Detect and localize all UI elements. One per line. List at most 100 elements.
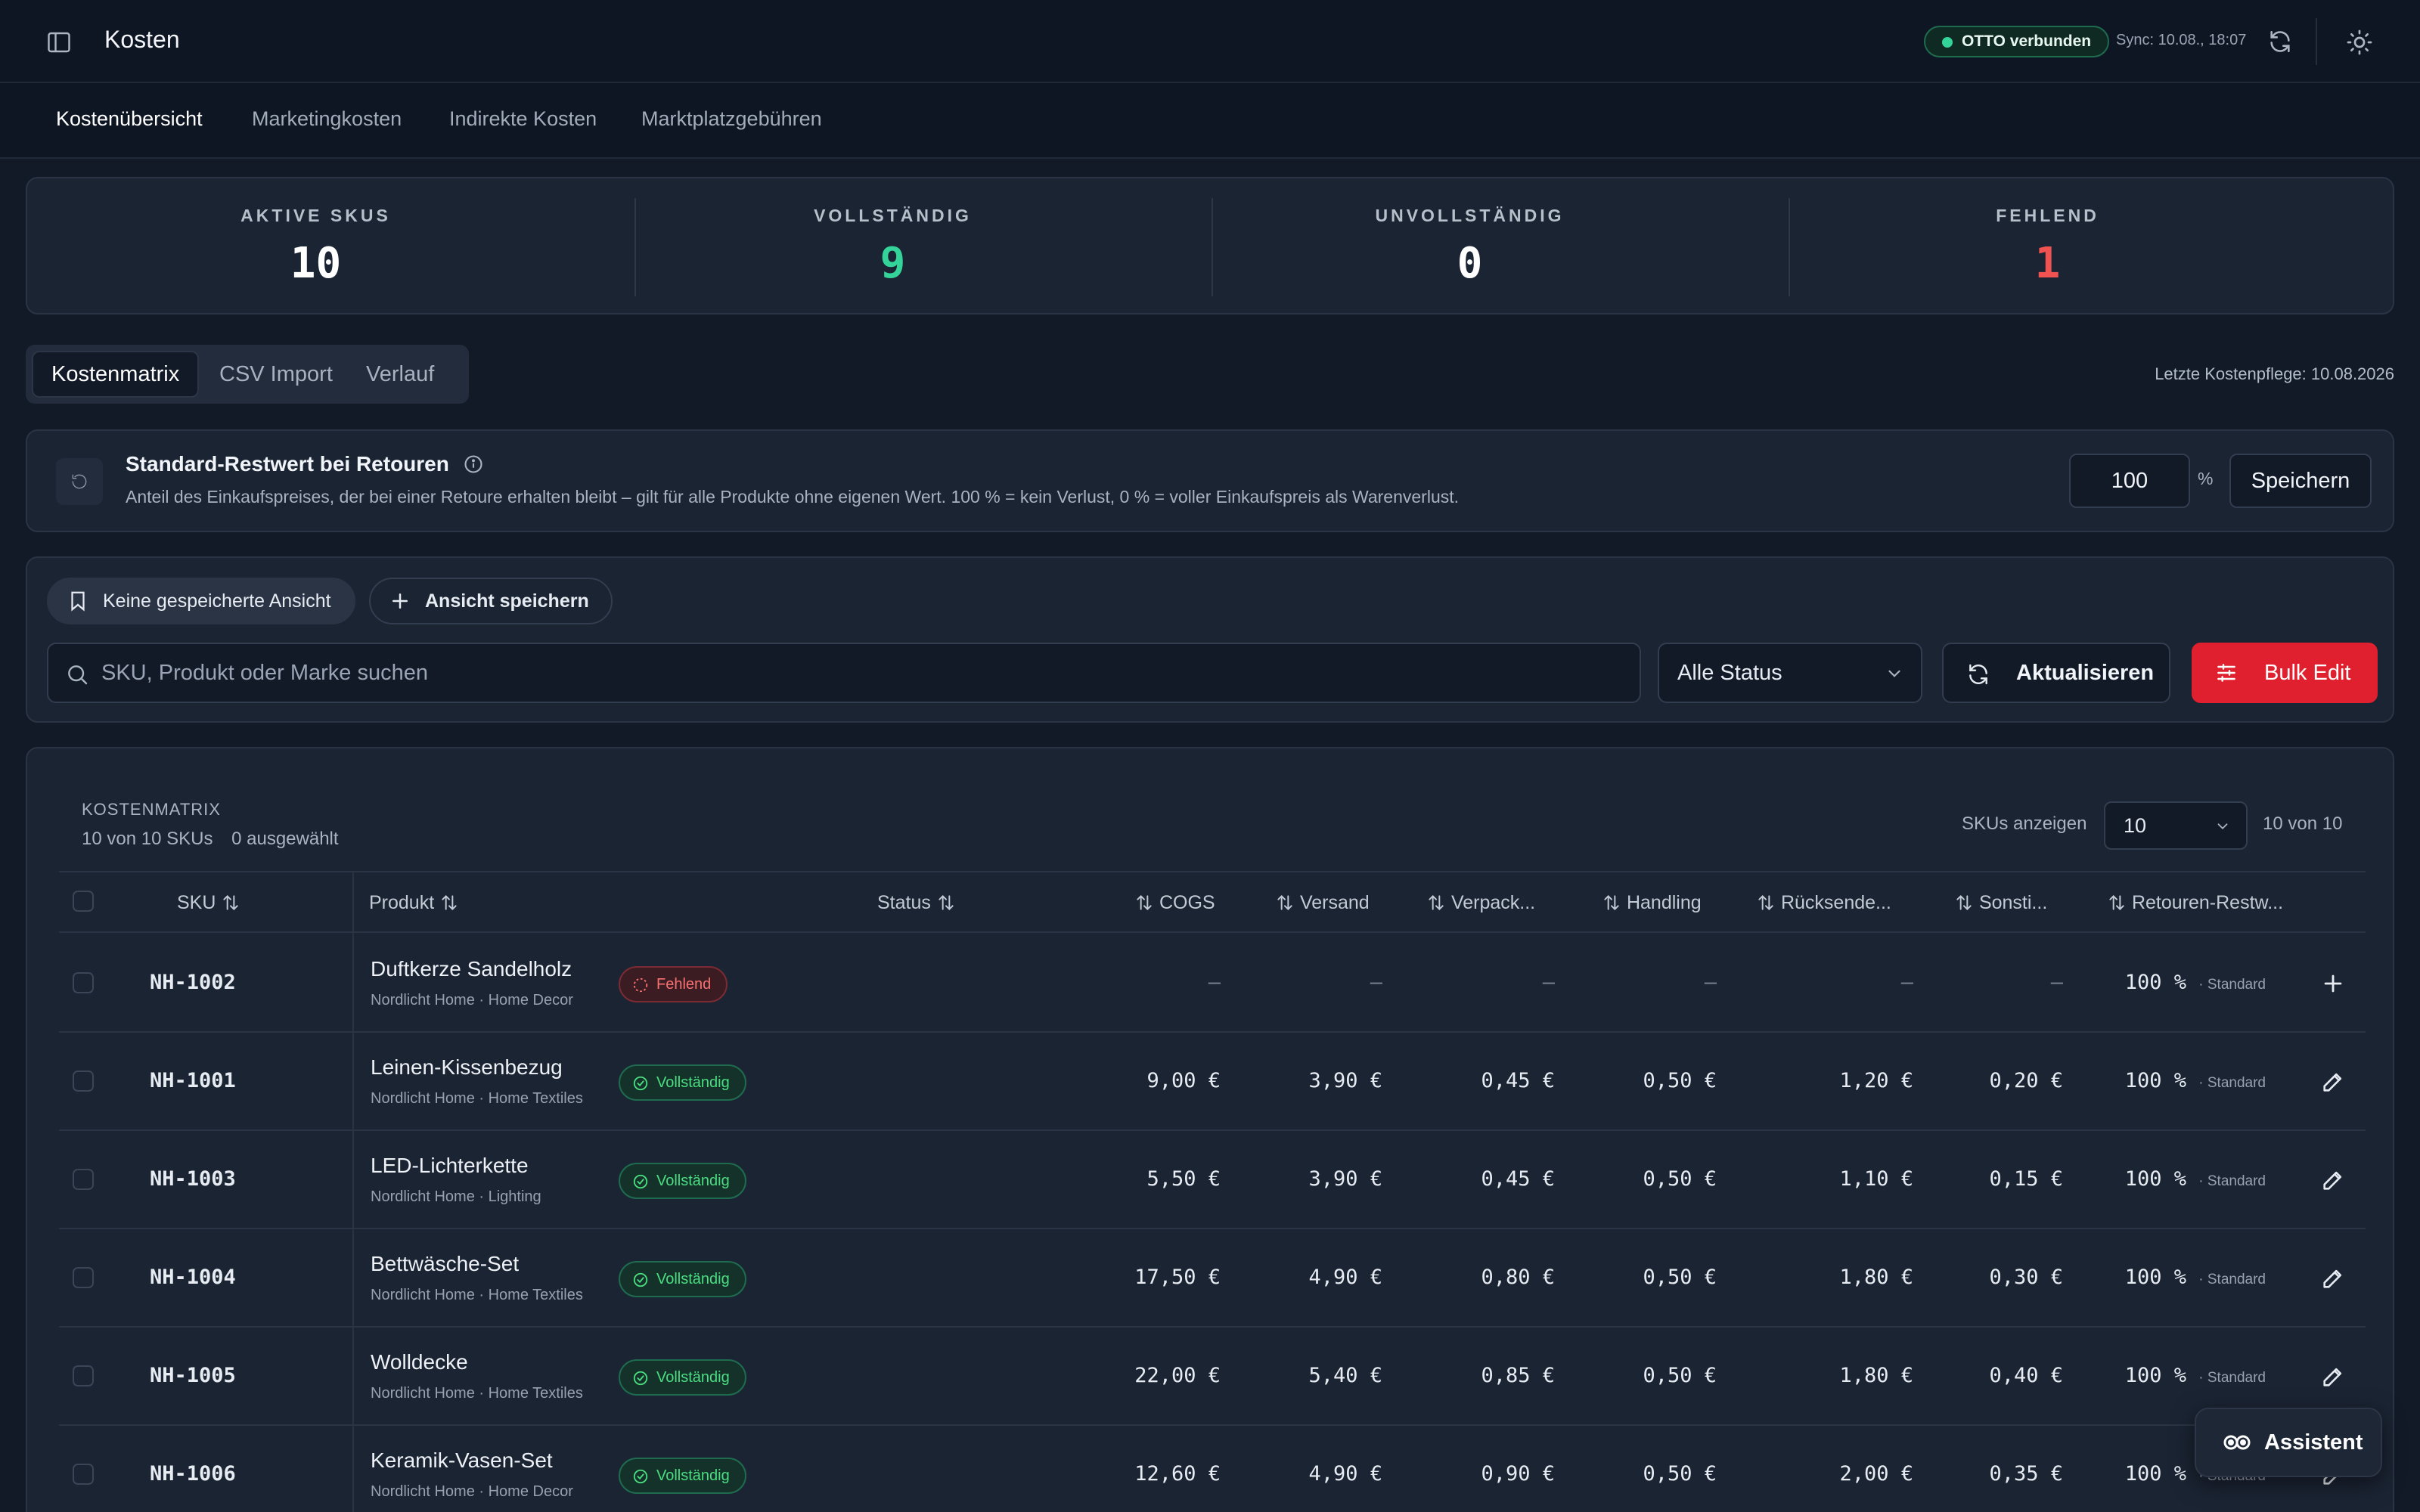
cost-cell-sonstige[interactable]: 0,40 € xyxy=(1989,1364,2063,1387)
plus-icon[interactable] xyxy=(2320,971,2346,996)
table-row: NH-1003 LED-Lichterkette Nordlicht Home · … xyxy=(59,1131,2366,1229)
pencil-icon[interactable] xyxy=(2320,1069,2346,1095)
sidebar-toggle-icon[interactable] xyxy=(45,29,73,56)
info-icon[interactable] xyxy=(463,454,484,475)
page-title: Kosten xyxy=(104,26,180,53)
cost-cell-sonstige[interactable]: 0,20 € xyxy=(1989,1069,2063,1092)
restwert-cell[interactable]: 100 % · Standard xyxy=(2125,1266,2266,1289)
cost-cell-cogs[interactable]: 9,00 € xyxy=(1146,1069,1221,1092)
kpi-value: 9 xyxy=(880,239,906,288)
cost-cell-sonstige[interactable]: 0,30 € xyxy=(1989,1266,2063,1289)
sort-icon xyxy=(1137,894,1152,911)
cost-cell-cogs[interactable]: 5,50 € xyxy=(1146,1167,1221,1191)
pencil-icon[interactable] xyxy=(2320,1364,2346,1390)
cost-cell-versand[interactable]: 5,40 € xyxy=(1308,1364,1382,1387)
column-header-ruecksendung[interactable]: Rücksende... xyxy=(1756,892,1891,914)
cost-cell-cogs[interactable]: – xyxy=(1208,971,1221,994)
column-header-produkt[interactable]: Produkt xyxy=(369,892,459,914)
row-checkbox[interactable] xyxy=(73,972,94,993)
saved-view-chip[interactable]: Keine gespeicherte Ansicht xyxy=(47,578,355,624)
page-size-select[interactable]: 10 xyxy=(2104,801,2248,850)
cost-cell-cogs[interactable]: 17,50 € xyxy=(1134,1266,1221,1289)
product-name: LED-Lichterkette xyxy=(371,1154,529,1177)
search-input[interactable] xyxy=(101,644,1614,702)
cost-cell-ruecksendung[interactable]: 1,80 € xyxy=(1839,1364,1913,1387)
save-button[interactable]: Speichern xyxy=(2229,454,2372,508)
column-header-versand[interactable]: Versand xyxy=(1275,892,1370,914)
cost-cell-handling[interactable]: 0,50 € xyxy=(1643,1462,1717,1486)
restwert-input[interactable]: 100 xyxy=(2069,454,2190,508)
tab-marketingkosten[interactable]: Marketingkosten xyxy=(252,107,402,131)
tab-indirekte-kosten[interactable]: Indirekte Kosten xyxy=(449,107,597,131)
cost-cell-ruecksendung[interactable]: 2,00 € xyxy=(1839,1462,1913,1486)
cost-cell-handling[interactable]: – xyxy=(1705,971,1717,994)
tab-csv-import[interactable]: CSV Import xyxy=(201,351,351,398)
row-checkbox[interactable] xyxy=(73,1365,94,1387)
row-checkbox[interactable] xyxy=(73,1169,94,1190)
cost-cell-versand[interactable]: 4,90 € xyxy=(1308,1462,1382,1486)
cost-cell-sonstige[interactable]: 0,15 € xyxy=(1989,1167,2063,1191)
sun-icon[interactable] xyxy=(2346,29,2373,56)
plus-icon xyxy=(392,593,408,609)
top-bar: Kosten OTTO verbunden Sync: 10.08., 18:0… xyxy=(0,0,2420,83)
column-header-status[interactable]: Status xyxy=(877,892,956,914)
cost-cell-verpackung[interactable]: 0,80 € xyxy=(1481,1266,1555,1289)
search-field[interactable] xyxy=(47,643,1641,703)
tab-marktplatzgebuehren[interactable]: Marktplatzgebühren xyxy=(641,107,822,131)
column-header-restwert[interactable]: Retouren-Restw... xyxy=(2107,892,2283,914)
cost-cell-verpackung[interactable]: 0,85 € xyxy=(1481,1364,1555,1387)
pencil-icon[interactable] xyxy=(2320,1266,2346,1291)
row-checkbox[interactable] xyxy=(73,1267,94,1288)
cost-cell-verpackung[interactable]: – xyxy=(1543,971,1555,994)
product-name: Leinen-Kissenbezug xyxy=(371,1055,563,1079)
table-row: NH-1005 Wolldecke Nordlicht Home · Home Te… xyxy=(59,1328,2366,1426)
cost-cell-ruecksendung[interactable]: 1,80 € xyxy=(1839,1266,1913,1289)
select-all-checkbox[interactable] xyxy=(73,891,94,912)
restwert-value: 100 % xyxy=(2124,1462,2186,1486)
cost-cell-handling[interactable]: 0,50 € xyxy=(1643,1167,1717,1191)
sort-icon xyxy=(1604,894,1619,911)
column-header-sku[interactable]: SKU xyxy=(177,892,240,914)
cost-cell-versand[interactable]: 3,90 € xyxy=(1308,1167,1382,1191)
bulk-edit-button[interactable]: Bulk Edit xyxy=(2192,643,2378,703)
cost-cell-ruecksendung[interactable]: 1,10 € xyxy=(1839,1167,1913,1191)
cost-cell-handling[interactable]: 0,50 € xyxy=(1643,1266,1717,1289)
column-header-verpackung[interactable]: Verpack... xyxy=(1426,892,1535,914)
column-header-handling[interactable]: Handling xyxy=(1602,892,1702,914)
assistant-button[interactable]: Assistent xyxy=(2195,1408,2382,1477)
cost-cell-sonstige[interactable]: – xyxy=(2051,971,2063,994)
cost-cell-handling[interactable]: 0,50 € xyxy=(1643,1364,1717,1387)
cost-cell-verpackung[interactable]: 0,45 € xyxy=(1481,1167,1555,1191)
row-checkbox[interactable] xyxy=(73,1464,94,1485)
cost-cell-ruecksendung[interactable]: 1,20 € xyxy=(1839,1069,1913,1092)
status-label: Vollständig xyxy=(656,1173,730,1189)
restwert-cell[interactable]: 100 % · Standard xyxy=(2125,1364,2266,1387)
tab-kostenmatrix[interactable]: Kostenmatrix xyxy=(32,351,200,398)
cost-cell-cogs[interactable]: 12,60 € xyxy=(1134,1462,1221,1486)
restwert-value: 100 % xyxy=(2124,1266,2186,1289)
section-tabs: Kostenübersicht Marketingkosten Indirekt… xyxy=(0,83,2420,159)
row-checkbox[interactable] xyxy=(73,1070,94,1092)
pencil-icon[interactable] xyxy=(2320,1167,2346,1193)
sliders-icon xyxy=(2217,664,2235,682)
column-header-cogs[interactable]: COGS xyxy=(1134,892,1215,914)
tab-kostenuebersicht[interactable]: Kostenübersicht xyxy=(56,107,203,131)
refresh-button[interactable]: Aktualisieren xyxy=(1942,643,2170,703)
sync-refresh-icon[interactable] xyxy=(2267,29,2293,54)
cost-cell-versand[interactable]: – xyxy=(1370,971,1382,994)
cost-cell-cogs[interactable]: 22,00 € xyxy=(1134,1364,1221,1387)
restwert-cell[interactable]: 100 % · Standard xyxy=(2125,1167,2266,1191)
restwert-cell[interactable]: 100 % · Standard xyxy=(2125,1069,2266,1092)
status-filter-select[interactable]: Alle Status xyxy=(1658,643,1922,703)
cost-cell-versand[interactable]: 4,90 € xyxy=(1308,1266,1382,1289)
cost-cell-ruecksendung[interactable]: – xyxy=(1901,971,1913,994)
cost-cell-sonstige[interactable]: 0,35 € xyxy=(1989,1462,2063,1486)
cost-cell-handling[interactable]: 0,50 € xyxy=(1643,1069,1717,1092)
cost-cell-verpackung[interactable]: 0,90 € xyxy=(1481,1462,1555,1486)
tab-verlauf[interactable]: Verlauf xyxy=(348,351,452,398)
restwert-cell[interactable]: 100 % · Standard xyxy=(2125,971,2266,994)
cost-cell-verpackung[interactable]: 0,45 € xyxy=(1481,1069,1555,1092)
cost-cell-versand[interactable]: 3,90 € xyxy=(1308,1069,1382,1092)
column-header-sonstige[interactable]: Sonsti... xyxy=(1954,892,2047,914)
save-view-button[interactable]: Ansicht speichern xyxy=(369,578,613,624)
